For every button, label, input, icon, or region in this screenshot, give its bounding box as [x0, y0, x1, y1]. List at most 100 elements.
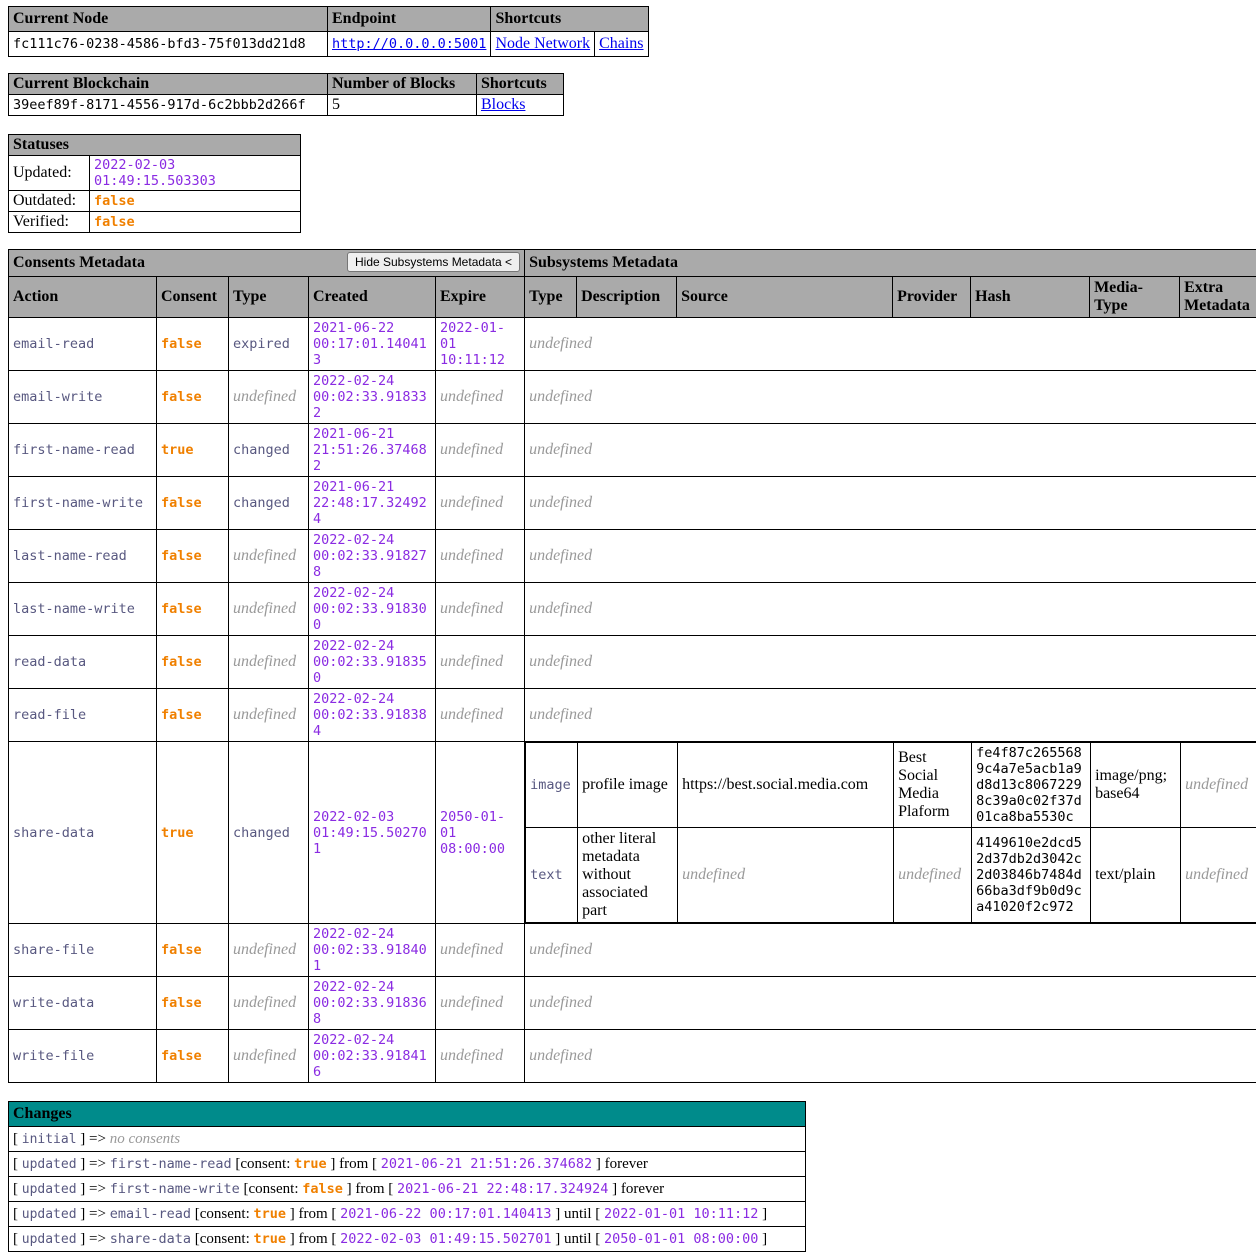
col-endpoint: Endpoint [328, 7, 491, 32]
consent-action: last-name-write [9, 583, 157, 636]
change-keyword: updated [22, 1182, 77, 1197]
change-bracket-close: ] [77, 1206, 90, 1222]
change-from-label: ] from [ [343, 1181, 397, 1197]
updated-label: Updated: [9, 156, 90, 191]
consent-type: undefined [229, 924, 309, 977]
change-keyword: updated [22, 1232, 77, 1247]
consent-action: write-data [9, 977, 157, 1030]
consent-action: email-read [9, 318, 157, 371]
col-action: Action [9, 277, 157, 318]
consent-expire: undefined [436, 371, 525, 424]
consents-metadata-title-cell: Consents Metadata Hide Subsystems Metada… [9, 250, 525, 277]
consent-type: undefined [229, 1030, 309, 1083]
consent-action: last-name-read [9, 530, 157, 583]
consents-metadata-title: Consents Metadata [13, 254, 145, 272]
change-consent-value: true [294, 1156, 327, 1172]
consent-action: first-name-read [9, 424, 157, 477]
change-from-label: ] from [ [327, 1156, 381, 1172]
consent-expire: undefined [436, 689, 525, 742]
subsystem-row: imageprofile imagehttps://best.social.me… [526, 743, 1256, 828]
change-consent-label: [consent: [191, 1206, 253, 1222]
change-row: [ updated ] => first-name-read [consent:… [9, 1152, 806, 1177]
consent-created: 2022-02-24 00:02:33.918416 [309, 1030, 436, 1083]
consent-created: 2022-02-24 00:02:33.918401 [309, 924, 436, 977]
consent-type: undefined [229, 977, 309, 1030]
consent-expire: undefined [436, 424, 525, 477]
change-until-label: ] until [ [551, 1206, 604, 1222]
table-row: first-name-readtruechanged2021-06-21 21:… [9, 424, 1256, 477]
node-network-link[interactable]: Node Network [495, 35, 590, 52]
consent-action: email-write [9, 371, 157, 424]
consent-action: share-data [9, 742, 157, 924]
changes-table: Changes [ initial ] => no consents[ upda… [8, 1101, 806, 1252]
consent-action: read-data [9, 636, 157, 689]
change-entry: [ updated ] => first-name-read [consent:… [9, 1152, 806, 1177]
current-node-uuid: fc111c76-0238-4586-bfd3-75f013dd21d8 [9, 32, 328, 57]
change-consent-label: [consent: [240, 1181, 302, 1197]
current-blockchain-table: Current Blockchain Number of Blocks Shor… [8, 73, 564, 116]
consent-type: undefined [229, 689, 309, 742]
col-subsystem-media-type: Media-Type [1090, 277, 1180, 318]
col-subsystem-source: Source [677, 277, 893, 318]
updated-value: 2022-02-03 01:49:15.503303 [90, 156, 301, 191]
consent-value: false [157, 689, 229, 742]
table-row: Updated: 2022-02-03 01:49:15.503303 [9, 156, 301, 191]
table-row: Verified: false [9, 212, 301, 233]
change-bracket-open: [ [13, 1231, 22, 1247]
change-empty-text: no consents [110, 1131, 180, 1147]
subsystem-empty: undefined [525, 530, 1256, 583]
consent-created: 2021-06-22 00:17:01.140413 [309, 318, 436, 371]
metadata-column-header-row: Action Consent Type Created Expire Type … [9, 277, 1256, 318]
verified-value: false [90, 212, 301, 233]
chains-link[interactable]: Chains [599, 35, 643, 52]
col-expire: Expire [436, 277, 525, 318]
subsystem-source: undefined [678, 828, 894, 923]
table-row: read-filefalseundefined2022-02-24 00:02:… [9, 689, 1256, 742]
subsystem-empty: undefined [525, 689, 1256, 742]
col-type: Type [229, 277, 309, 318]
outdated-label: Outdated: [9, 191, 90, 212]
consent-type: undefined [229, 530, 309, 583]
subsystems-metadata-title: Subsystems Metadata [525, 250, 1256, 277]
consent-value: false [157, 371, 229, 424]
change-from-date: 2021-06-22 00:17:01.140413 [340, 1206, 551, 1222]
change-action: email-read [110, 1206, 191, 1222]
subsystem-empty: undefined [525, 636, 1256, 689]
change-bracket-open: [ [13, 1156, 22, 1172]
subsystem-empty: undefined [525, 583, 1256, 636]
blockchain-uuid: 39eef89f-8171-4556-917d-6c2bbb2d266f [9, 95, 328, 116]
col-number-of-blocks: Number of Blocks [328, 74, 477, 95]
change-entry: [ updated ] => first-name-write [consent… [9, 1177, 806, 1202]
changes-header-row: Changes [9, 1102, 806, 1127]
col-created: Created [309, 277, 436, 318]
col-consent: Consent [157, 277, 229, 318]
change-until-date: 2022-01-01 10:11:12 [604, 1206, 758, 1222]
changes-body: [ initial ] => no consents[ updated ] =>… [9, 1127, 806, 1252]
change-action: first-name-read [110, 1156, 232, 1172]
change-from-label: ] from [ [286, 1206, 340, 1222]
endpoint-link[interactable]: http://0.0.0.0:5001 [332, 36, 486, 52]
table-row: read-datafalseundefined2022-02-24 00:02:… [9, 636, 1256, 689]
table-row: write-datafalseundefined2022-02-24 00:02… [9, 977, 1256, 1030]
change-row: [ updated ] => share-data [consent: true… [9, 1227, 806, 1252]
table-row: write-filefalseundefined2022-02-24 00:02… [9, 1030, 1256, 1083]
consent-type: changed [229, 424, 309, 477]
subsystem-empty: undefined [525, 1030, 1256, 1083]
change-until-date: 2050-01-01 08:00:00 [604, 1231, 758, 1247]
change-consent-label: [consent: [191, 1231, 253, 1247]
blocks-cell: Blocks [477, 95, 564, 116]
change-until-label: ] forever [608, 1181, 664, 1197]
blocks-link[interactable]: Blocks [481, 96, 525, 113]
col-current-blockchain: Current Blockchain [9, 74, 328, 95]
subsystem-row: textother literal metadata without assoc… [526, 828, 1256, 923]
consent-expire: undefined [436, 977, 525, 1030]
consent-expire: undefined [436, 1030, 525, 1083]
subsystem-description: profile image [578, 743, 678, 828]
consent-created: 2022-02-03 01:49:15.502701 [309, 742, 436, 924]
endpoint-cell: http://0.0.0.0:5001 [328, 32, 491, 57]
hide-subsystems-metadata-button[interactable]: Hide Subsystems Metadata < [347, 252, 520, 272]
change-arrow: => [89, 1231, 110, 1247]
subsystem-type: image [526, 743, 578, 828]
change-until-label: ] forever [592, 1156, 648, 1172]
table-row: email-writefalseundefined2022-02-24 00:0… [9, 371, 1256, 424]
